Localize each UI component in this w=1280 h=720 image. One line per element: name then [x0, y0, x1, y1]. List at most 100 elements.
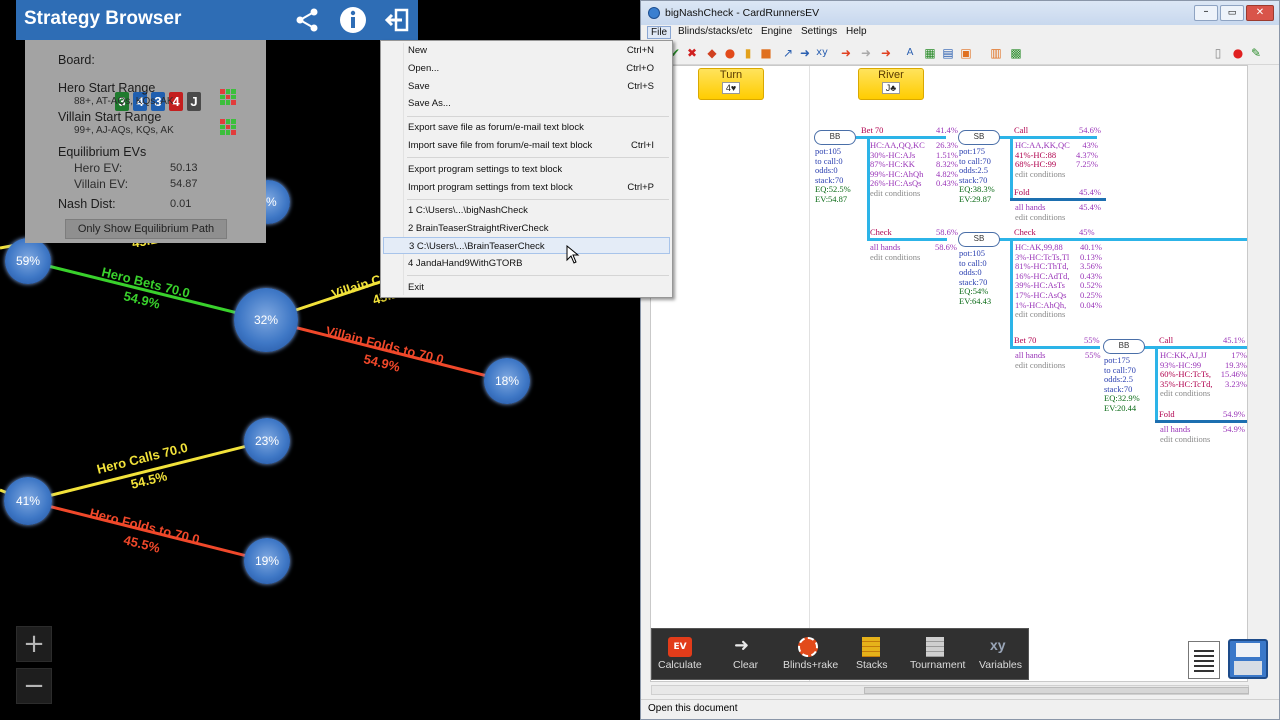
action-bet[interactable]: Bet 70 41.4%	[861, 125, 958, 136]
blinds-rake-button[interactable]: Blinds+rake	[783, 659, 838, 671]
clear-button[interactable]: Clear	[733, 659, 758, 671]
node-info: pot:105 to call:0 odds:0 stack:70 EQ:52.5% E…	[815, 146, 851, 204]
stacks-button[interactable]: Stacks	[856, 659, 888, 671]
edit-conditions-link[interactable]: edit conditions	[870, 252, 920, 263]
delete-icon[interactable]: ✖	[685, 46, 699, 60]
menu-item-recent-1[interactable]: 1 C:\Users\...\bigNashCheck	[383, 202, 670, 219]
tree-node[interactable]: 19%	[244, 538, 290, 584]
equilibrium-path-button[interactable]: Only Show Equilibrium Path	[65, 219, 227, 239]
variables-button[interactable]: Variables	[979, 659, 1022, 671]
game-tree-canvas: Turn 4♥ River J♣ BB pot:105 to call:0 odds:0…	[650, 65, 1248, 682]
node-bb[interactable]: BB	[1103, 339, 1145, 354]
stacks-icon	[862, 637, 880, 657]
zoom-out-button[interactable]: −	[16, 668, 52, 704]
play-icon[interactable]: ➜	[798, 46, 812, 60]
document-icon[interactable]: ▯	[1211, 46, 1225, 60]
action-call[interactable]: Call 45.1%	[1159, 335, 1247, 346]
tool-icon[interactable]: ▩	[1009, 46, 1023, 60]
hand-conditions: HC:KK,AJ,JJ 93%-HC:99 60%-HC:TcTs, 35%-HC:T…	[1160, 350, 1213, 399]
menu-file[interactable]: File	[647, 26, 672, 39]
hero-ev: 50.13	[170, 162, 198, 174]
tool-icon[interactable]: ■	[759, 46, 773, 60]
help-icon[interactable]: ●	[1231, 46, 1245, 60]
edit-conditions-link[interactable]: edit conditions	[1160, 434, 1210, 445]
node-sb[interactable]: SB	[958, 130, 1000, 145]
nash-dist-label: Nash Dist:	[58, 197, 116, 211]
save-icon[interactable]	[1228, 639, 1268, 679]
hero-range: 88+, AT-AQs, KQs, AK	[74, 96, 174, 107]
edit-conditions-link[interactable]: edit conditions	[1015, 360, 1065, 371]
chart-icon[interactable]: ↗	[781, 46, 795, 60]
arrow-icon[interactable]: ➜	[839, 46, 853, 60]
calculate-icon: EV	[668, 637, 692, 657]
bottom-action-bar: EV Calculate ➜ Clear Blinds+rake Stacks …	[651, 628, 1029, 680]
edit-conditions-link[interactable]: edit conditions	[870, 188, 925, 199]
chip-icon[interactable]: ●	[723, 46, 737, 60]
action-check[interactable]: Check 45%	[1014, 227, 1114, 238]
tree-node[interactable]: 23%	[244, 418, 290, 464]
tree-node[interactable]: 59%	[5, 238, 51, 284]
menu-item-export-save[interactable]: Export save file as forum/e-mail text bl…	[383, 119, 670, 136]
edit-conditions-link[interactable]: edit conditions	[1015, 212, 1065, 223]
action-fold[interactable]: Fold 45.4%	[1014, 187, 1101, 198]
calculate-button[interactable]: Calculate	[658, 659, 702, 671]
tool-icon[interactable]: ▣	[959, 46, 973, 60]
menu-engine[interactable]: Engine	[761, 26, 792, 37]
tree-node[interactable]: 41%	[4, 477, 52, 525]
hero-range-grid-icon[interactable]	[220, 89, 236, 105]
status-bar: Open this document	[641, 699, 1279, 719]
xy-icon[interactable]: xy	[815, 46, 829, 60]
tree-node[interactable]: 18%	[484, 358, 530, 404]
tool-icon[interactable]: ◆	[705, 46, 719, 60]
blinds-icon	[798, 637, 818, 657]
villain-range-grid-icon[interactable]	[220, 119, 236, 135]
menu-item-recent-4[interactable]: 4 JandaHand9WithGTORB	[383, 255, 670, 272]
horizontal-scrollbar[interactable]	[651, 685, 1249, 695]
menu-blinds[interactable]: Blinds/stacks/etc	[678, 26, 752, 37]
tournament-button[interactable]: Tournament	[910, 659, 965, 671]
menu-item-save[interactable]: Save Ctrl+S	[383, 78, 670, 95]
minimize-button[interactable]: –	[1194, 5, 1218, 21]
turn-header[interactable]: Turn 4♥	[698, 68, 764, 100]
tool-icon[interactable]: ▥	[989, 46, 1003, 60]
arrow-icon[interactable]: ➜	[859, 46, 873, 60]
document-icon[interactable]	[1188, 641, 1220, 679]
edit-conditions-link[interactable]: edit conditions	[1015, 310, 1070, 320]
river-header[interactable]: River J♣	[858, 68, 924, 100]
stack-icon[interactable]: ▮	[741, 46, 755, 60]
villain-ev-label: Villain EV:	[74, 177, 129, 191]
edit-conditions-link[interactable]: edit conditions	[1015, 169, 1070, 180]
tree-icon[interactable]: ▤	[941, 46, 955, 60]
action-bet[interactable]: Bet 70 55%	[1014, 335, 1104, 346]
edit-icon[interactable]: ✎	[1249, 46, 1263, 60]
menu-item-import-save[interactable]: Import save file from forum/e-mail text …	[383, 137, 670, 154]
node-sb[interactable]: SB	[958, 232, 1000, 247]
maximize-button[interactable]: ▭	[1220, 5, 1244, 21]
action-call[interactable]: Call 54.6%	[1014, 125, 1101, 136]
text-icon[interactable]: A	[903, 46, 917, 60]
close-button[interactable]: ✕	[1246, 5, 1274, 21]
grid-icon[interactable]: ▦	[923, 46, 937, 60]
tree-node[interactable]: 32%	[234, 288, 298, 352]
menu-item-recent-3[interactable]: 3 C:\Users\...\BrainTeaserCheck	[383, 237, 670, 254]
variables-icon: xy	[990, 637, 1006, 653]
edit-conditions-link[interactable]: edit conditions	[1160, 389, 1213, 399]
arrow-icon[interactable]: ➜	[879, 46, 893, 60]
villain-range: 99+, AJ-AQs, KQs, AK	[74, 125, 174, 136]
menu-settings[interactable]: Settings	[801, 26, 837, 37]
node-bb[interactable]: BB	[814, 130, 856, 145]
zoom-in-button[interactable]: +	[16, 626, 52, 662]
action-fold[interactable]: Fold 54.9%	[1159, 409, 1247, 420]
menu-item-exit[interactable]: Exit	[383, 279, 670, 296]
menu-help[interactable]: Help	[846, 26, 867, 37]
menu-item-export-settings[interactable]: Export program settings to text block	[383, 161, 670, 178]
turn-card: 4♥	[722, 82, 740, 94]
menu-item-new[interactable]: New Ctrl+N	[383, 42, 670, 59]
equilibrium-evs-label: Equilibrium EVs	[58, 145, 147, 159]
menu-item-recent-2[interactable]: 2 BrainTeaserStraightRiverCheck	[383, 220, 670, 237]
menu-item-open[interactable]: Open... Ctrl+O	[383, 60, 670, 77]
menu-item-import-settings[interactable]: Import program settings from text block C…	[383, 179, 670, 196]
app-icon	[648, 7, 660, 19]
menu-item-save-as[interactable]: Save As...	[383, 95, 670, 112]
action-check[interactable]: Check 58.6%	[870, 227, 958, 238]
